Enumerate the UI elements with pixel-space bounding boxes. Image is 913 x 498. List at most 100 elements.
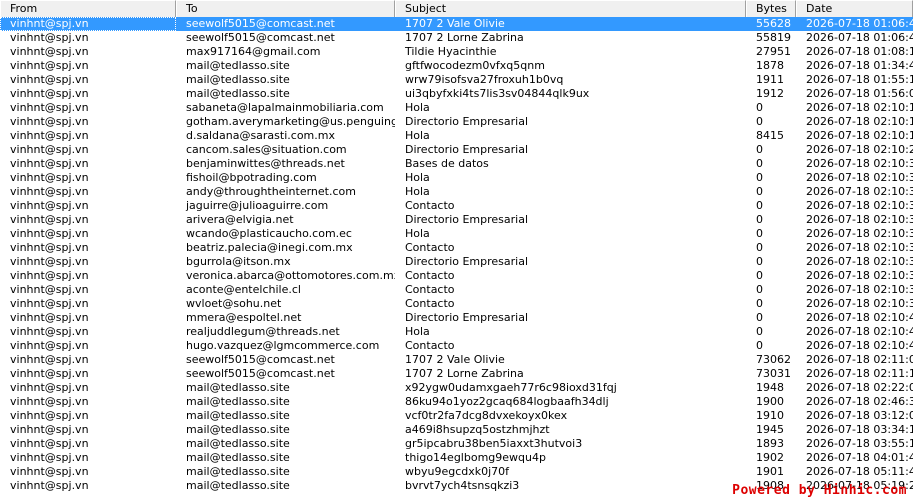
from-cell: vinhnt@spj.vn <box>10 297 89 310</box>
to-cell: mail@tedlasso.site <box>186 73 290 86</box>
date-cell: 2026-07-18 02:10:36 <box>806 255 913 268</box>
message-row[interactable]: vinhnt@spj.vn seewolf5015@comcast.net 1707… <box>0 17 913 31</box>
bytes-cell: 0 <box>756 269 763 282</box>
message-row[interactable]: vinhnt@spj.vn arivera@elvigia.net Director… <box>0 213 913 227</box>
to-cell: gotham.averymarketing@us.penguingrou... <box>186 115 395 128</box>
from-cell: vinhnt@spj.vn <box>10 73 89 86</box>
column-header-subject[interactable]: Subject <box>395 0 746 17</box>
from-cell: vinhnt@spj.vn <box>10 45 89 58</box>
to-cell: fishoil@bpotrading.com <box>186 171 317 184</box>
to-cell: mail@tedlasso.site <box>186 423 290 436</box>
to-cell: mail@tedlasso.site <box>186 451 290 464</box>
to-cell: mail@tedlasso.site <box>186 409 290 422</box>
bytes-cell: 27951 <box>756 45 791 58</box>
subject-cell: 1707 2 Lorne Zabrina <box>405 31 524 44</box>
subject-cell: Bases de datos <box>405 157 489 170</box>
from-cell: vinhnt@spj.vn <box>10 479 89 492</box>
subject-cell: x92ygw0udamxgaeh77r6c98ioxd31fqj <box>405 381 617 394</box>
to-cell: beatriz.palecia@inegi.com.mx <box>186 241 353 254</box>
message-row[interactable]: vinhnt@spj.vn mail@tedlasso.site gr5ipcabr… <box>0 437 913 451</box>
message-row[interactable]: vinhnt@spj.vn aconte@entelchile.cl Contact… <box>0 283 913 297</box>
message-row[interactable]: vinhnt@spj.vn realjuddlegum@threads.net Ho… <box>0 325 913 339</box>
from-cell: vinhnt@spj.vn <box>10 101 89 114</box>
date-cell: 2026-07-18 02:10:36 <box>806 199 913 212</box>
column-header-date[interactable]: Date <box>796 0 913 17</box>
message-row[interactable]: vinhnt@spj.vn bgurrola@itson.mx Directorio… <box>0 255 913 269</box>
bytes-cell: 0 <box>756 283 763 296</box>
bytes-cell: 1900 <box>756 395 784 408</box>
message-row[interactable]: vinhnt@spj.vn benjaminwittes@threads.net B… <box>0 157 913 171</box>
subject-cell: Contacto <box>405 199 455 212</box>
date-cell: 2026-07-18 02:10:36 <box>806 241 913 254</box>
message-row[interactable]: vinhnt@spj.vn mail@tedlasso.site thigo14eg… <box>0 451 913 465</box>
from-cell: vinhnt@spj.vn <box>10 213 89 226</box>
subject-cell: Hola <box>405 227 430 240</box>
bytes-cell: 0 <box>756 115 763 128</box>
from-cell: vinhnt@spj.vn <box>10 367 89 380</box>
to-cell: sabaneta@lapalmainmobiliaria.com <box>186 101 384 114</box>
message-row[interactable]: vinhnt@spj.vn mail@tedlasso.site vcf0tr2fa… <box>0 409 913 423</box>
to-cell: bgurrola@itson.mx <box>186 255 291 268</box>
from-cell: vinhnt@spj.vn <box>10 59 89 72</box>
message-row[interactable]: vinhnt@spj.vn veronica.abarca@ottomotores… <box>0 269 913 283</box>
date-cell: 2026-07-18 03:34:14 <box>806 423 913 436</box>
message-row[interactable]: vinhnt@spj.vn gotham.averymarketing@us.pe… <box>0 115 913 129</box>
message-row[interactable]: vinhnt@spj.vn fishoil@bpotrading.com Hola 0… <box>0 171 913 185</box>
message-row[interactable]: vinhnt@spj.vn cancom.sales@situation.com D… <box>0 143 913 157</box>
to-cell: wcando@plasticaucho.com.ec <box>186 227 352 240</box>
watermark-text: Powered by Hinhic.com <box>732 483 907 498</box>
message-row[interactable]: vinhnt@spj.vn wvloet@sohu.net Contacto 0 202… <box>0 297 913 311</box>
bytes-cell: 1893 <box>756 437 784 450</box>
date-cell: 2026-07-18 02:10:36 <box>806 213 913 226</box>
bytes-cell: 1948 <box>756 381 784 394</box>
date-cell: 2026-07-18 02:10:14 <box>806 115 913 128</box>
subject-cell: Contacto <box>405 339 455 352</box>
bytes-cell: 0 <box>756 143 763 156</box>
message-row[interactable]: vinhnt@spj.vn seewolf5015@comcast.net 1707… <box>0 31 913 45</box>
bytes-cell: 1902 <box>756 451 784 464</box>
bytes-cell: 1878 <box>756 59 784 72</box>
date-cell: 2026-07-18 02:10:14 <box>806 101 913 114</box>
message-row[interactable]: vinhnt@spj.vn d.saldana@sarasti.com.mx Hol… <box>0 129 913 143</box>
message-row[interactable]: vinhnt@spj.vn beatriz.palecia@inegi.com.m… <box>0 241 913 255</box>
date-cell: 2026-07-18 02:10:19 <box>806 129 913 142</box>
from-cell: vinhnt@spj.vn <box>10 409 89 422</box>
date-cell: 2026-07-18 02:10:35 <box>806 157 913 170</box>
to-cell: veronica.abarca@ottomotores.com.mx <box>186 269 395 282</box>
message-row[interactable]: vinhnt@spj.vn mail@tedlasso.site gftfwocod… <box>0 59 913 73</box>
subject-cell: Hola <box>405 101 430 114</box>
date-cell: 2026-07-18 01:06:44 <box>806 17 913 30</box>
message-row[interactable]: vinhnt@spj.vn mail@tedlasso.site ui3qbyfxk… <box>0 87 913 101</box>
bytes-cell: 1911 <box>756 73 784 86</box>
to-cell: max917164@gmail.com <box>186 45 321 58</box>
message-row[interactable]: vinhnt@spj.vn sabaneta@lapalmainmobiliari… <box>0 101 913 115</box>
from-cell: vinhnt@spj.vn <box>10 157 89 170</box>
column-header-from[interactable]: From <box>0 0 176 17</box>
to-cell: seewolf5015@comcast.net <box>186 17 335 30</box>
message-row[interactable]: vinhnt@spj.vn mail@tedlasso.site a469i8hsu… <box>0 423 913 437</box>
message-row[interactable]: vinhnt@spj.vn mail@tedlasso.site x92ygw0ud… <box>0 381 913 395</box>
message-row[interactable]: vinhnt@spj.vn mmera@espoltel.net Directori… <box>0 311 913 325</box>
subject-cell: Contacto <box>405 241 455 254</box>
to-cell: andy@throughtheinternet.com <box>186 185 356 198</box>
from-cell: vinhnt@spj.vn <box>10 199 89 212</box>
message-row[interactable]: vinhnt@spj.vn mail@tedlasso.site 86ku94o1y… <box>0 395 913 409</box>
message-row[interactable]: vinhnt@spj.vn seewolf5015@comcast.net 1707… <box>0 353 913 367</box>
message-row[interactable]: vinhnt@spj.vn andy@throughtheinternet.com… <box>0 185 913 199</box>
from-cell: vinhnt@spj.vn <box>10 115 89 128</box>
message-row[interactable]: vinhnt@spj.vn max917164@gmail.com Tildie H… <box>0 45 913 59</box>
message-row[interactable]: vinhnt@spj.vn mail@tedlasso.site wrw79isof… <box>0 73 913 87</box>
to-cell: mail@tedlasso.site <box>186 395 290 408</box>
to-cell: cancom.sales@situation.com <box>186 143 347 156</box>
message-row[interactable]: vinhnt@spj.vn wcando@plasticaucho.com.ec H… <box>0 227 913 241</box>
date-cell: 2026-07-18 02:11:10 <box>806 367 913 380</box>
column-header-bytes[interactable]: Bytes <box>746 0 796 17</box>
date-cell: 2026-07-18 03:55:14 <box>806 437 913 450</box>
from-cell: vinhnt@spj.vn <box>10 325 89 338</box>
message-row[interactable]: vinhnt@spj.vn jaguirre@julioaguirre.com Co… <box>0 199 913 213</box>
message-row[interactable]: vinhnt@spj.vn mail@tedlasso.site wbyu9egcd… <box>0 465 913 479</box>
column-header-to[interactable]: To <box>176 0 395 17</box>
to-cell: seewolf5015@comcast.net <box>186 31 335 44</box>
message-row[interactable]: vinhnt@spj.vn hugo.vazquez@lgmcommerce.co… <box>0 339 913 353</box>
message-row[interactable]: vinhnt@spj.vn seewolf5015@comcast.net 1707… <box>0 367 913 381</box>
